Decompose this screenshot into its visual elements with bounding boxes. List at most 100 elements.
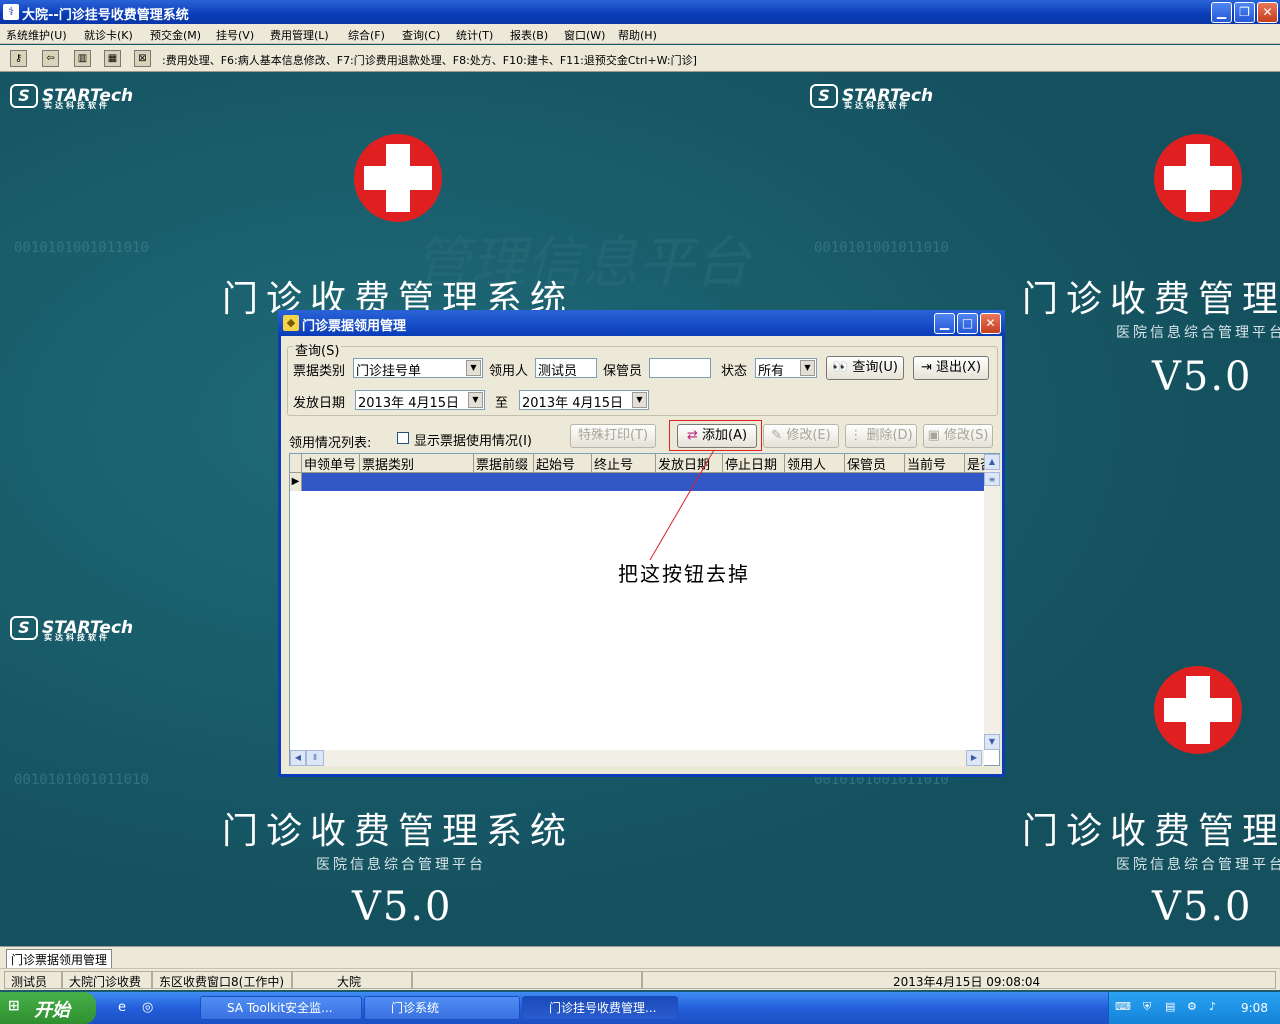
calculator-icon[interactable]: ▦	[104, 50, 121, 67]
menu-query[interactable]: 查询(C)	[402, 27, 440, 43]
binary-watermark: 0010101001011010	[814, 240, 949, 256]
windows-logo-icon: ⊞	[8, 998, 20, 1014]
settings-icon[interactable]: ⚙	[1187, 1000, 1197, 1013]
vertical-scrollbar[interactable]: ▲ ≡ ▼	[984, 454, 1000, 750]
menu-prepay[interactable]: 预交金(M)	[150, 27, 201, 43]
keyboard-icon[interactable]: ⌨	[1115, 1000, 1131, 1013]
state-label: 状态	[721, 364, 748, 379]
ie-icon[interactable]: e	[118, 1000, 126, 1015]
dialog-close-button[interactable]: ✕	[980, 313, 1001, 334]
dialog-minimize-button[interactable]: ▁	[934, 313, 955, 334]
shield-icon[interactable]: ⛨	[1143, 1000, 1151, 1014]
chevron-down-icon[interactable]: ▼	[468, 392, 483, 408]
menu-window[interactable]: 窗口(W)	[564, 27, 605, 43]
binary-watermark: 0010101001011010	[14, 772, 149, 788]
scroll-thumb[interactable]: ⦀	[306, 750, 324, 766]
menu-fee[interactable]: 费用管理(L)	[270, 27, 329, 43]
exit-icon[interactable]: ⊠	[134, 50, 151, 67]
show-usage-checkbox[interactable]	[397, 432, 409, 444]
save-button[interactable]: ▣ 修改(S)	[923, 424, 993, 448]
key-icon[interactable]: ⚷	[10, 50, 27, 67]
menu-stats[interactable]: 统计(T)	[456, 27, 493, 43]
save-icon: ▣	[927, 428, 940, 443]
menu-report[interactable]: 报表(B)	[510, 27, 548, 43]
scroll-thumb[interactable]: ≡	[984, 472, 1000, 486]
chevron-down-icon[interactable]: ▼	[466, 360, 481, 376]
annotation-arrow	[649, 449, 715, 561]
startech-logo: S STARTech 实达科技软件	[10, 616, 133, 642]
login-icon[interactable]: ⇦	[42, 50, 59, 67]
add-button-highlight	[669, 420, 762, 451]
special-print-button[interactable]: 特殊打印(T)	[570, 424, 656, 448]
menu-register[interactable]: 挂号(V)	[216, 27, 254, 43]
system-version: V5.0	[1152, 884, 1253, 930]
ticket-type-select[interactable]: 门诊挂号单 ▼	[353, 358, 483, 378]
column-header[interactable]: 是否	[965, 454, 985, 473]
keeper-label: 保管员	[603, 364, 643, 379]
column-header[interactable]: 起始号	[534, 454, 592, 473]
close-button[interactable]: ✕	[1257, 2, 1278, 23]
window-tab-bar: 门诊票据领用管理	[0, 946, 1280, 970]
scroll-up-icon[interactable]: ▲	[984, 454, 1000, 470]
chevron-down-icon[interactable]: ▼	[800, 360, 815, 376]
column-header[interactable]: 申领单号	[302, 454, 360, 473]
status-datetime: 2013年4月15日 09:08:04	[642, 971, 1276, 989]
modify-button[interactable]: ✎ 修改(E)	[763, 424, 839, 448]
menu-system[interactable]: 系统维护(U)	[6, 27, 67, 43]
menu-card[interactable]: 就诊卡(K)	[84, 27, 133, 43]
status-dept: 大院门诊收费	[62, 971, 152, 989]
app-icon[interactable]: ⚕	[3, 4, 19, 20]
start-button[interactable]: ⊞ 开始	[0, 992, 96, 1024]
column-header[interactable]: 当前号	[905, 454, 965, 473]
column-header[interactable]: 停止日期	[723, 454, 785, 473]
taskbar-item-sa-toolkit[interactable]: SA Toolkit安全监...	[200, 996, 362, 1020]
ticket-type-label: 票据类别	[293, 364, 346, 379]
window-tab[interactable]: 门诊票据领用管理	[6, 949, 113, 970]
receiver-input[interactable]: 测试员	[535, 358, 597, 378]
menu-general[interactable]: 综合(F)	[348, 27, 385, 43]
toolbar: ⚷ ⇦ ▥ ▦ ⊠ :费用处理、F6:病人基本信息修改、F7:门诊费用退款处理、…	[0, 45, 1280, 72]
startech-logo: S STARTech 实达科技软件	[810, 84, 933, 110]
chrome-icon[interactable]: ◎	[142, 1000, 153, 1015]
chevron-down-icon[interactable]: ▼	[632, 392, 647, 408]
state-select[interactable]: 所有 ▼	[755, 358, 817, 378]
show-usage-label[interactable]: 显示票据使用情况(I)	[414, 430, 532, 449]
dialog-maximize-button[interactable]: □	[957, 313, 978, 334]
column-header[interactable]: 保管员	[845, 454, 905, 473]
column-header[interactable]: 票据前缀	[474, 454, 534, 473]
taskbar-item-register[interactable]: 门诊挂号收费管理...	[522, 996, 678, 1020]
exit-button[interactable]: ⇥ 退出(X)	[913, 356, 989, 380]
scroll-down-icon[interactable]: ▼	[984, 734, 1000, 750]
scroll-right-icon[interactable]: ▶	[966, 750, 982, 766]
dialog-title-bar: ◆ 门诊票据领用管理 ▁ □ ✕	[278, 310, 1005, 336]
system-subtitle: 医院信息综合管理平台	[1116, 325, 1280, 341]
delete-button[interactable]: ⋮ 删除(D)	[845, 424, 917, 448]
red-cross-icon	[354, 134, 442, 222]
system-subtitle: 医院信息综合管理平台	[1116, 857, 1280, 873]
taskbar-item-outpatient[interactable]: 门诊系统	[364, 996, 520, 1020]
volume-icon[interactable]: ♪	[1209, 1000, 1216, 1013]
current-row-indicator-icon: ▶	[290, 473, 302, 491]
system-title: 门诊收费管理系统	[1022, 811, 1280, 852]
status-user: 测试员	[4, 971, 62, 989]
window-title: 大院--门诊挂号收费管理系统	[22, 8, 189, 23]
minimize-button[interactable]: ▁	[1211, 2, 1232, 23]
column-header[interactable]: 领用人	[785, 454, 845, 473]
column-header[interactable]: 票据类别	[360, 454, 474, 473]
menu-help[interactable]: 帮助(H)	[618, 27, 657, 43]
scroll-left-icon[interactable]: ◀	[290, 750, 306, 766]
date-from-picker[interactable]: 2013年 4月15日 ▼	[355, 390, 485, 410]
maximize-button[interactable]: ❐	[1234, 2, 1255, 23]
binoculars-icon: 👀	[832, 360, 849, 375]
edit-icon: ✎	[771, 428, 783, 443]
network-icon[interactable]: ▤	[1165, 1000, 1175, 1013]
book-icon[interactable]: ▥	[74, 50, 91, 67]
annotation-text: 把这按钮去掉	[618, 562, 750, 586]
keeper-input[interactable]	[649, 358, 711, 378]
horizontal-scrollbar[interactable]: ◀ ⦀ ▶	[290, 750, 984, 766]
row-indicator-header	[290, 454, 302, 473]
startech-logo: S STARTech 实达科技软件	[10, 84, 133, 110]
query-button[interactable]: 👀 查询(U)	[826, 356, 904, 380]
date-to-picker[interactable]: 2013年 4月15日 ▼	[519, 390, 649, 410]
red-cross-icon	[1154, 666, 1242, 754]
